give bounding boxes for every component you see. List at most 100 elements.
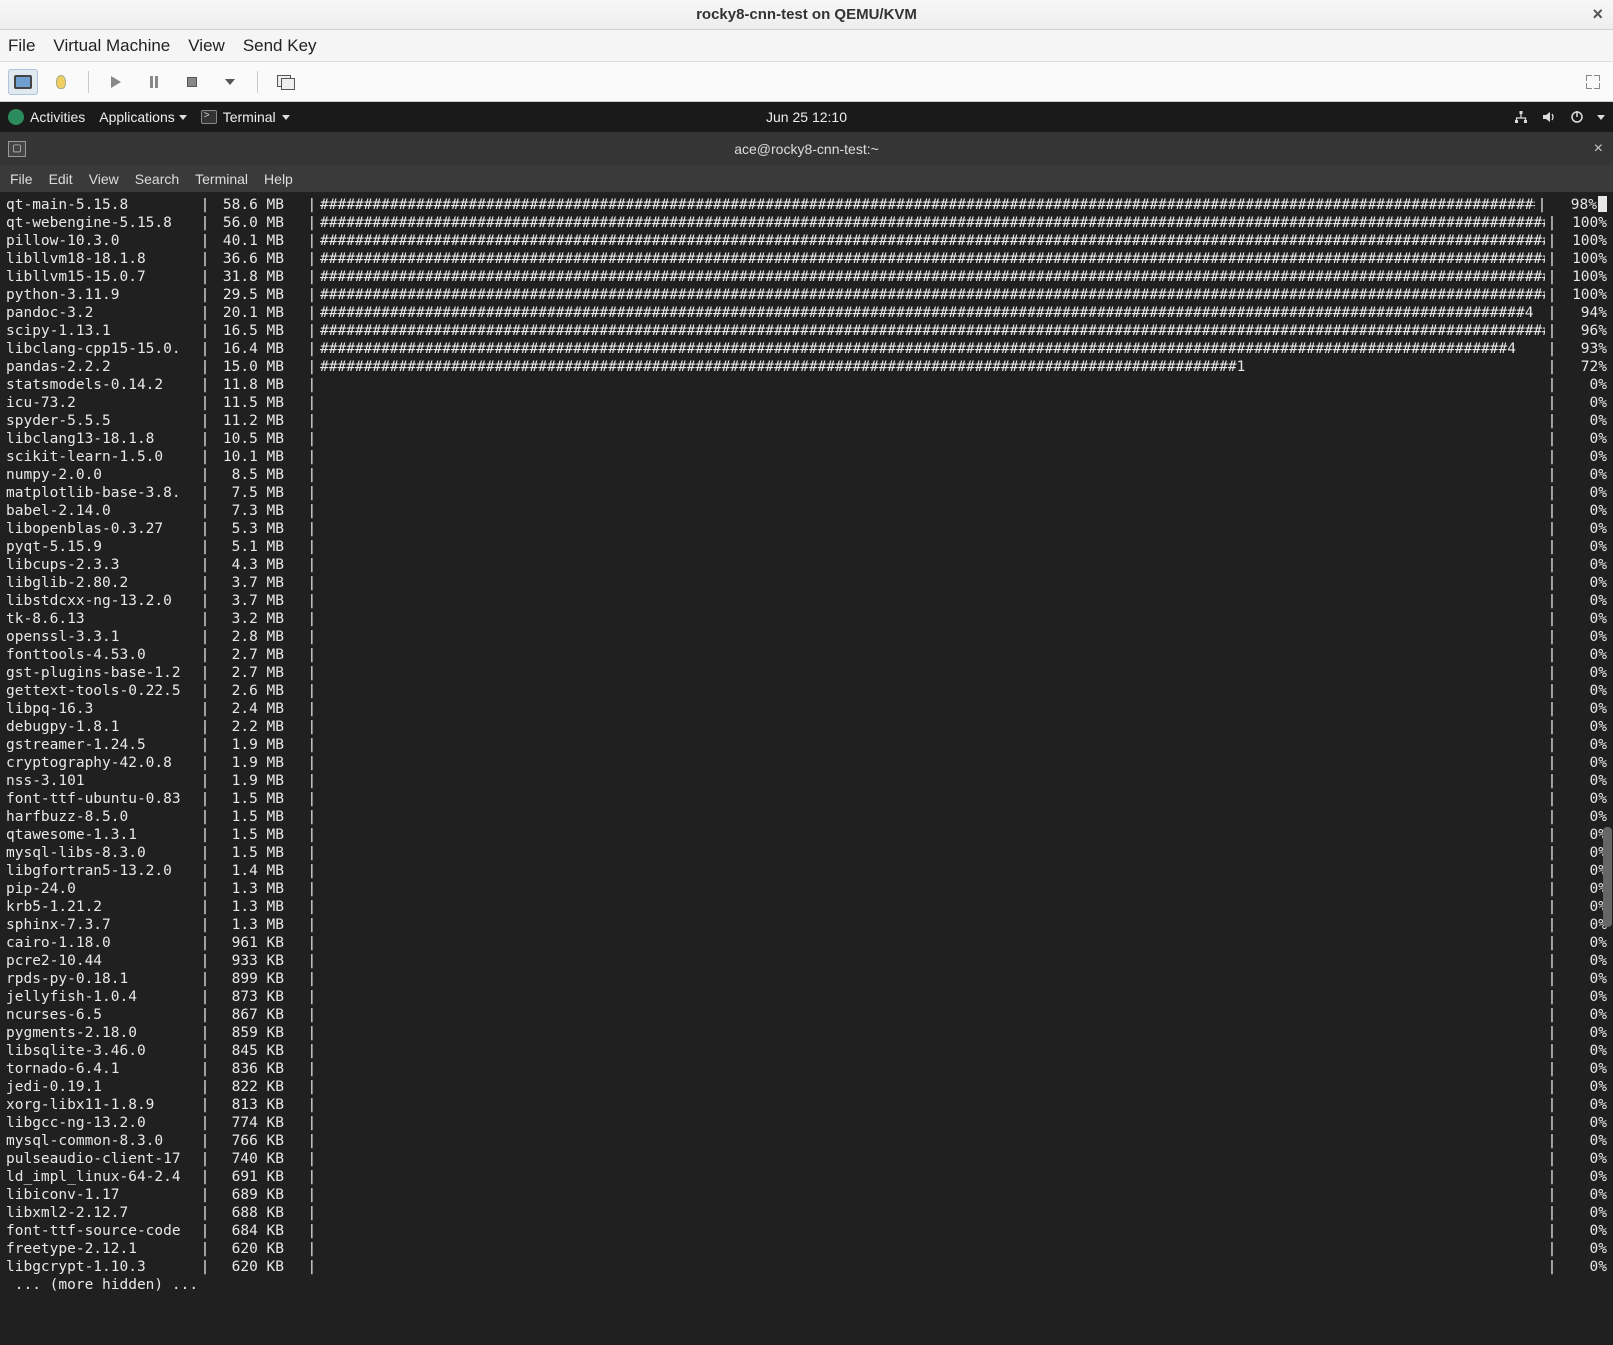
package-name: libcups-2.3.3 — [6, 556, 198, 574]
package-size: 15.0 MB — [212, 358, 290, 376]
column-separator: | — [290, 412, 320, 430]
host-menu-view[interactable]: View — [188, 36, 225, 56]
column-separator: | — [1545, 1096, 1559, 1114]
download-row: libclang13-18.1.8|10.5 MB | |0% — [6, 430, 1607, 448]
package-name: libstdcxx-ng-13.2.0 — [6, 592, 198, 610]
column-separator: | — [198, 358, 212, 376]
column-separator: | — [198, 592, 212, 610]
clock[interactable]: Jun 25 12:10 — [766, 109, 847, 125]
progress-percent: 0% — [1559, 484, 1607, 502]
progress-bar: ########################################… — [320, 358, 1545, 376]
volume-icon[interactable] — [1541, 109, 1557, 125]
column-separator: | — [1545, 268, 1559, 286]
close-icon[interactable]: × — [1592, 4, 1603, 25]
progress-percent: 0% — [1559, 1240, 1607, 1258]
progress-bar — [320, 538, 1545, 556]
package-size: 620 KB — [212, 1258, 290, 1276]
host-menu-vm[interactable]: Virtual Machine — [53, 36, 170, 56]
package-name: numpy-2.0.0 — [6, 466, 198, 484]
term-menu-edit[interactable]: Edit — [49, 171, 73, 187]
toolbar-separator — [88, 71, 89, 93]
column-separator: | — [198, 1078, 212, 1096]
progress-percent: 72% — [1559, 358, 1607, 376]
column-separator: | — [1545, 1186, 1559, 1204]
column-separator: | — [198, 268, 212, 286]
download-row: harfbuzz-8.5.0|1.5 MB | |0% — [6, 808, 1607, 826]
close-icon[interactable]: × — [1594, 140, 1603, 158]
download-row: rpds-py-0.18.1|899 KB | |0% — [6, 970, 1607, 988]
download-row: debugpy-1.8.1|2.2 MB | |0% — [6, 718, 1607, 736]
progress-bar: ########################################… — [320, 268, 1545, 286]
applications-menu[interactable]: Applications — [99, 109, 187, 125]
fullscreen-button[interactable] — [1585, 74, 1601, 90]
shutdown-button[interactable] — [177, 69, 207, 95]
progress-percent: 0% — [1559, 556, 1607, 574]
network-icon[interactable] — [1513, 109, 1529, 125]
snapshots-button[interactable] — [270, 69, 300, 95]
progress-bar: ########################################… — [320, 250, 1545, 268]
term-menu-view[interactable]: View — [89, 171, 119, 187]
term-menu-file[interactable]: File — [10, 171, 33, 187]
progress-bar — [320, 1240, 1545, 1258]
download-row: pillow-10.3.0|40.1 MB | ################… — [6, 232, 1607, 250]
package-name: qtawesome-1.3.1 — [6, 826, 198, 844]
download-row: libgcc-ng-13.2.0|774 KB | |0% — [6, 1114, 1607, 1132]
console-button[interactable] — [8, 69, 38, 95]
column-separator: | — [198, 340, 212, 358]
column-separator: | — [1545, 1168, 1559, 1186]
column-separator: | — [290, 1186, 320, 1204]
package-size: 11.2 MB — [212, 412, 290, 430]
progress-percent: 0% — [1559, 880, 1607, 898]
term-menu-search[interactable]: Search — [135, 171, 179, 187]
download-row: matplotlib-base-3.8.|7.5 MB | |0% — [6, 484, 1607, 502]
host-menu-file[interactable]: File — [8, 36, 35, 56]
progress-percent: 0% — [1559, 1096, 1607, 1114]
progress-percent: 94% — [1559, 304, 1607, 322]
progress-percent: 0% — [1559, 646, 1607, 664]
download-row: nss-3.101|1.9 MB | |0% — [6, 772, 1607, 790]
package-size: 689 KB — [212, 1186, 290, 1204]
terminal-icon[interactable]: ▢ — [8, 141, 26, 157]
current-app-menu[interactable]: Terminal — [201, 109, 290, 125]
scrollbar[interactable] — [1602, 193, 1612, 1345]
progress-percent: 0% — [1559, 808, 1607, 826]
term-menu-help[interactable]: Help — [264, 171, 293, 187]
package-name: libgfortran5-13.2.0 — [6, 862, 198, 880]
download-row: pcre2-10.44|933 KB | |0% — [6, 952, 1607, 970]
progress-percent: 0% — [1559, 1060, 1607, 1078]
pause-button[interactable] — [139, 69, 169, 95]
activities-button[interactable]: Activities — [8, 109, 85, 125]
column-separator: | — [1545, 736, 1559, 754]
info-button[interactable] — [46, 69, 76, 95]
progress-percent: 0% — [1559, 952, 1607, 970]
column-separator: | — [290, 556, 320, 574]
column-separator: | — [290, 322, 320, 340]
package-size: 16.5 MB — [212, 322, 290, 340]
progress-bar — [320, 772, 1545, 790]
column-separator: | — [198, 304, 212, 322]
download-row: qtawesome-1.3.1|1.5 MB | |0% — [6, 826, 1607, 844]
progress-bar: ########################################… — [320, 196, 1535, 214]
term-menu-terminal[interactable]: Terminal — [195, 171, 248, 187]
column-separator: | — [290, 826, 320, 844]
power-icon[interactable] — [1569, 109, 1585, 125]
package-size: 684 KB — [212, 1222, 290, 1240]
shutdown-menu-button[interactable] — [215, 69, 245, 95]
package-name: cryptography-42.0.8 — [6, 754, 198, 772]
scrollbar-thumb[interactable] — [1603, 827, 1612, 927]
column-separator: | — [198, 466, 212, 484]
progress-bar: ########################################… — [320, 286, 1545, 304]
run-button[interactable] — [101, 69, 131, 95]
progress-bar — [320, 646, 1545, 664]
progress-bar — [320, 484, 1545, 502]
download-row: sphinx-7.3.7|1.3 MB | |0% — [6, 916, 1607, 934]
progress-percent: 0% — [1559, 1204, 1607, 1222]
monitor-icon — [14, 75, 32, 89]
terminal-content[interactable]: qt-main-5.15.8|58.6 MB | ###############… — [0, 193, 1613, 1345]
column-separator: | — [1545, 304, 1559, 322]
progress-bar: ########################################… — [320, 214, 1545, 232]
host-menu-sendkey[interactable]: Send Key — [243, 36, 317, 56]
package-name: tk-8.6.13 — [6, 610, 198, 628]
download-row: pygments-2.18.0|859 KB | |0% — [6, 1024, 1607, 1042]
column-separator: | — [1545, 682, 1559, 700]
